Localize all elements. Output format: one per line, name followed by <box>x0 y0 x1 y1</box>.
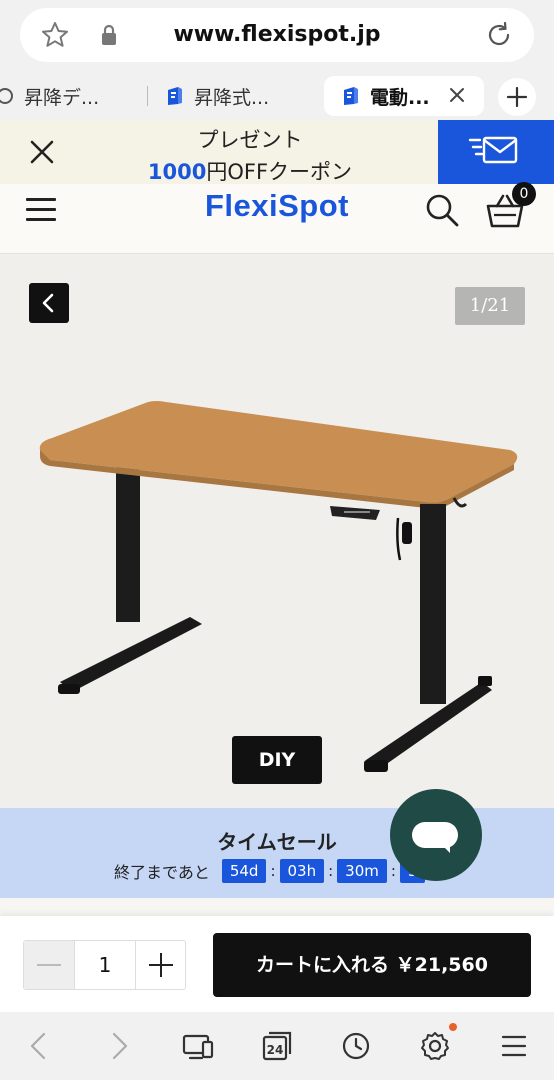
plus-icon-vertical <box>160 953 162 977</box>
flexispot-favicon-icon <box>344 87 358 105</box>
countdown-days: 54d <box>221 859 267 883</box>
tabs-icon[interactable]: 24 <box>260 1029 294 1063</box>
back-icon[interactable] <box>22 1029 56 1063</box>
tabs-count: 24 <box>267 1043 284 1057</box>
mail-icon <box>468 136 518 164</box>
chevron-left-icon <box>42 293 54 313</box>
chat-icon <box>412 822 458 848</box>
gallery-prev-button[interactable] <box>29 283 69 323</box>
countdown-label: 終了まであと <box>114 863 210 882</box>
chat-icon-tail <box>440 843 450 853</box>
minus-icon <box>37 964 61 966</box>
tab-label: 電動... <box>370 86 430 109</box>
devices-icon[interactable] <box>181 1029 215 1063</box>
diy-badge: DIY <box>232 736 322 784</box>
history-icon[interactable] <box>339 1029 373 1063</box>
tab-strip: 昇降デ... 昇降式... 電動... <box>0 72 554 120</box>
site-icon <box>0 88 13 104</box>
promo-coupon-text: 円OFFクーポン <box>206 160 353 184</box>
browser-toolbar: 24 <box>0 1012 554 1080</box>
tab-label: 昇降式... <box>194 86 270 109</box>
settings-icon[interactable] <box>418 1029 452 1063</box>
gallery-counter: 1/21 <box>455 287 525 325</box>
quantity-increase-button[interactable] <box>136 941 186 989</box>
add-to-cart-button[interactable]: カートに入れる ￥21,560 <box>213 933 531 997</box>
newsletter-button[interactable] <box>438 120 554 184</box>
quantity-decrease-button[interactable] <box>24 941 74 989</box>
cart-count-badge: 0 <box>512 182 536 206</box>
countdown-separator: : <box>390 862 396 880</box>
promo-coupon: 1000円OFFクーポン <box>0 156 500 186</box>
product-gallery[interactable]: 1/21 DIY <box>0 254 554 808</box>
quantity-input[interactable]: 1 <box>74 941 136 989</box>
close-tab-icon[interactable] <box>446 84 468 106</box>
tab-separator <box>147 86 148 106</box>
tab-label: 昇降デ... <box>24 86 100 109</box>
countdown-separator: : <box>328 862 334 880</box>
new-tab-button[interactable] <box>498 78 536 116</box>
forward-icon[interactable] <box>102 1029 136 1063</box>
countdown-minutes: 30m <box>337 859 387 883</box>
reload-icon[interactable] <box>484 20 514 50</box>
countdown-hours: 03h <box>279 859 325 883</box>
standing-desk-image <box>39 401 518 772</box>
plus-icon <box>506 86 528 108</box>
search-icon[interactable] <box>424 192 460 228</box>
quantity-stepper: 1 <box>23 940 186 990</box>
add-to-cart-bar: 1 カートに入れる ￥21,560 <box>0 916 554 1012</box>
browser-url-area: www.flexispot.jp <box>0 0 554 72</box>
url-text[interactable]: www.flexispot.jp <box>20 8 534 62</box>
promo-amount: 1000 <box>147 160 207 184</box>
notification-dot <box>449 1023 457 1031</box>
promo-title: プレゼント <box>197 128 303 152</box>
menu-lines-icon[interactable] <box>497 1029 531 1063</box>
tab-3-active[interactable]: 電動... <box>324 76 484 116</box>
site-header: FlexiSpot <box>0 184 554 254</box>
flexispot-logo[interactable]: FlexiSpot <box>0 188 554 224</box>
flexispot-favicon-icon <box>168 87 182 105</box>
tab-2[interactable]: 昇降式... <box>166 76 306 116</box>
divider <box>0 898 554 916</box>
chat-button[interactable] <box>390 789 482 881</box>
tab-1[interactable]: 昇降デ... <box>0 76 126 116</box>
countdown-separator: : <box>270 862 276 880</box>
address-bar[interactable]: www.flexispot.jp <box>20 8 534 62</box>
countdown: 終了まであと 54d : 03h : 30m : 5 <box>114 858 426 884</box>
